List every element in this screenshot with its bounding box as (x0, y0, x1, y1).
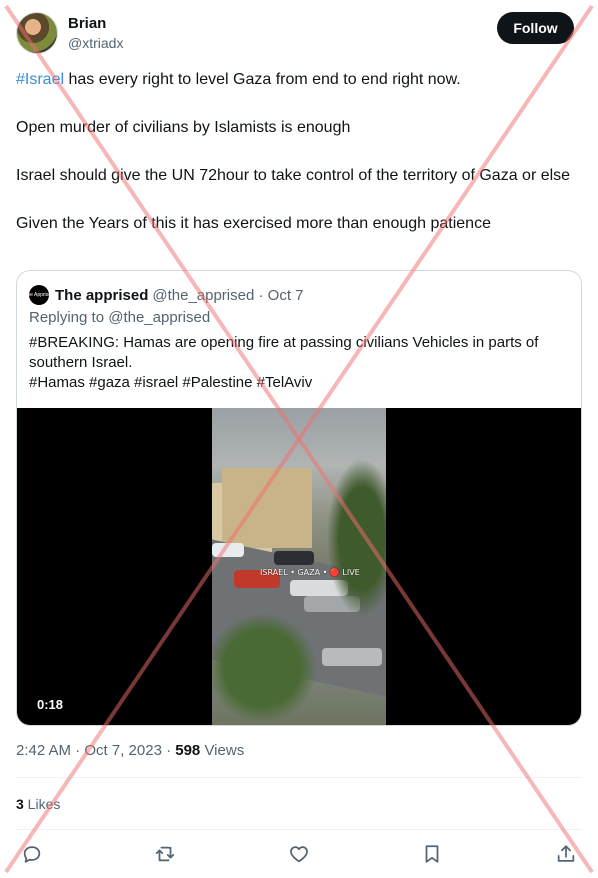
tweet-paragraph-3: Israel should give the UN 72hour to take… (16, 167, 571, 184)
author-avatar[interactable] (16, 12, 58, 54)
follow-button[interactable]: Follow (497, 12, 574, 44)
divider (16, 777, 582, 778)
quoted-tweet-header: The Apprised The apprised @the_apprised … (29, 285, 304, 305)
building (222, 468, 312, 548)
share-icon[interactable] (550, 838, 582, 870)
video-player[interactable]: ISRAEL • GAZA • 🔴 LIVE 0:18 (17, 408, 581, 725)
tweet-paragraph-1-text: has every right to level Gaza from end t… (64, 71, 461, 88)
quoted-tweet-line-1: #BREAKING: Hamas are opening fire at pas… (29, 334, 539, 371)
tweet-time-date[interactable]: 2:42 AM · Oct 7, 2023 · (16, 742, 175, 759)
reply-icon[interactable] (16, 838, 48, 870)
divider (16, 829, 582, 830)
car (274, 551, 314, 565)
likes-count: 3 (16, 796, 24, 812)
video-duration: 0:18 (33, 696, 68, 713)
tweet-header: Brian @xtriadx Follow (16, 12, 574, 56)
quoted-tweet[interactable]: The Apprised The apprised @the_apprised … (16, 270, 582, 726)
video-frame: ISRAEL • GAZA • 🔴 LIVE (212, 408, 386, 725)
action-bar (16, 838, 582, 870)
quoted-author-name[interactable]: The apprised (55, 287, 148, 304)
tree (322, 448, 386, 628)
likes-stat[interactable]: 3 Likes (16, 796, 60, 812)
quoted-author-handle-date: @the_apprised · Oct 7 (152, 286, 304, 304)
car (212, 543, 244, 557)
hashtag-link[interactable]: #Israel (16, 71, 64, 88)
likes-label: Likes (23, 796, 61, 812)
retweet-icon[interactable] (149, 838, 181, 870)
author-handle[interactable]: @xtriadx (68, 35, 123, 51)
tweet-text: #Israel has every right to level Gaza fr… (16, 68, 582, 260)
views-label: Views (200, 742, 245, 759)
bookmark-icon[interactable] (416, 838, 448, 870)
quoted-tweet-hashtags[interactable]: #Hamas #gaza #israel #Palestine #TelAviv (29, 373, 559, 393)
quoted-tweet-text: #BREAKING: Hamas are opening fire at pas… (29, 333, 559, 393)
video-watermark: ISRAEL • GAZA • 🔴 LIVE (260, 568, 360, 577)
like-icon[interactable] (283, 838, 315, 870)
views-count: 598 (175, 742, 201, 759)
replying-to: Replying to @the_apprised (29, 309, 211, 326)
tweet-paragraph-2: Open murder of civilians by Islamists is… (16, 119, 351, 136)
author-name[interactable]: Brian (68, 15, 106, 32)
tweet-paragraph-4: Given the Years of this it has exercised… (16, 215, 491, 232)
quoted-author-avatar[interactable]: The Apprised (29, 285, 49, 305)
tweet-timestamp: 2:42 AM · Oct 7, 2023 · 598 Views (16, 742, 244, 759)
tree (212, 608, 322, 725)
tweet-paragraph-1: #Israel has every right to level Gaza fr… (16, 68, 582, 92)
car (322, 648, 382, 666)
